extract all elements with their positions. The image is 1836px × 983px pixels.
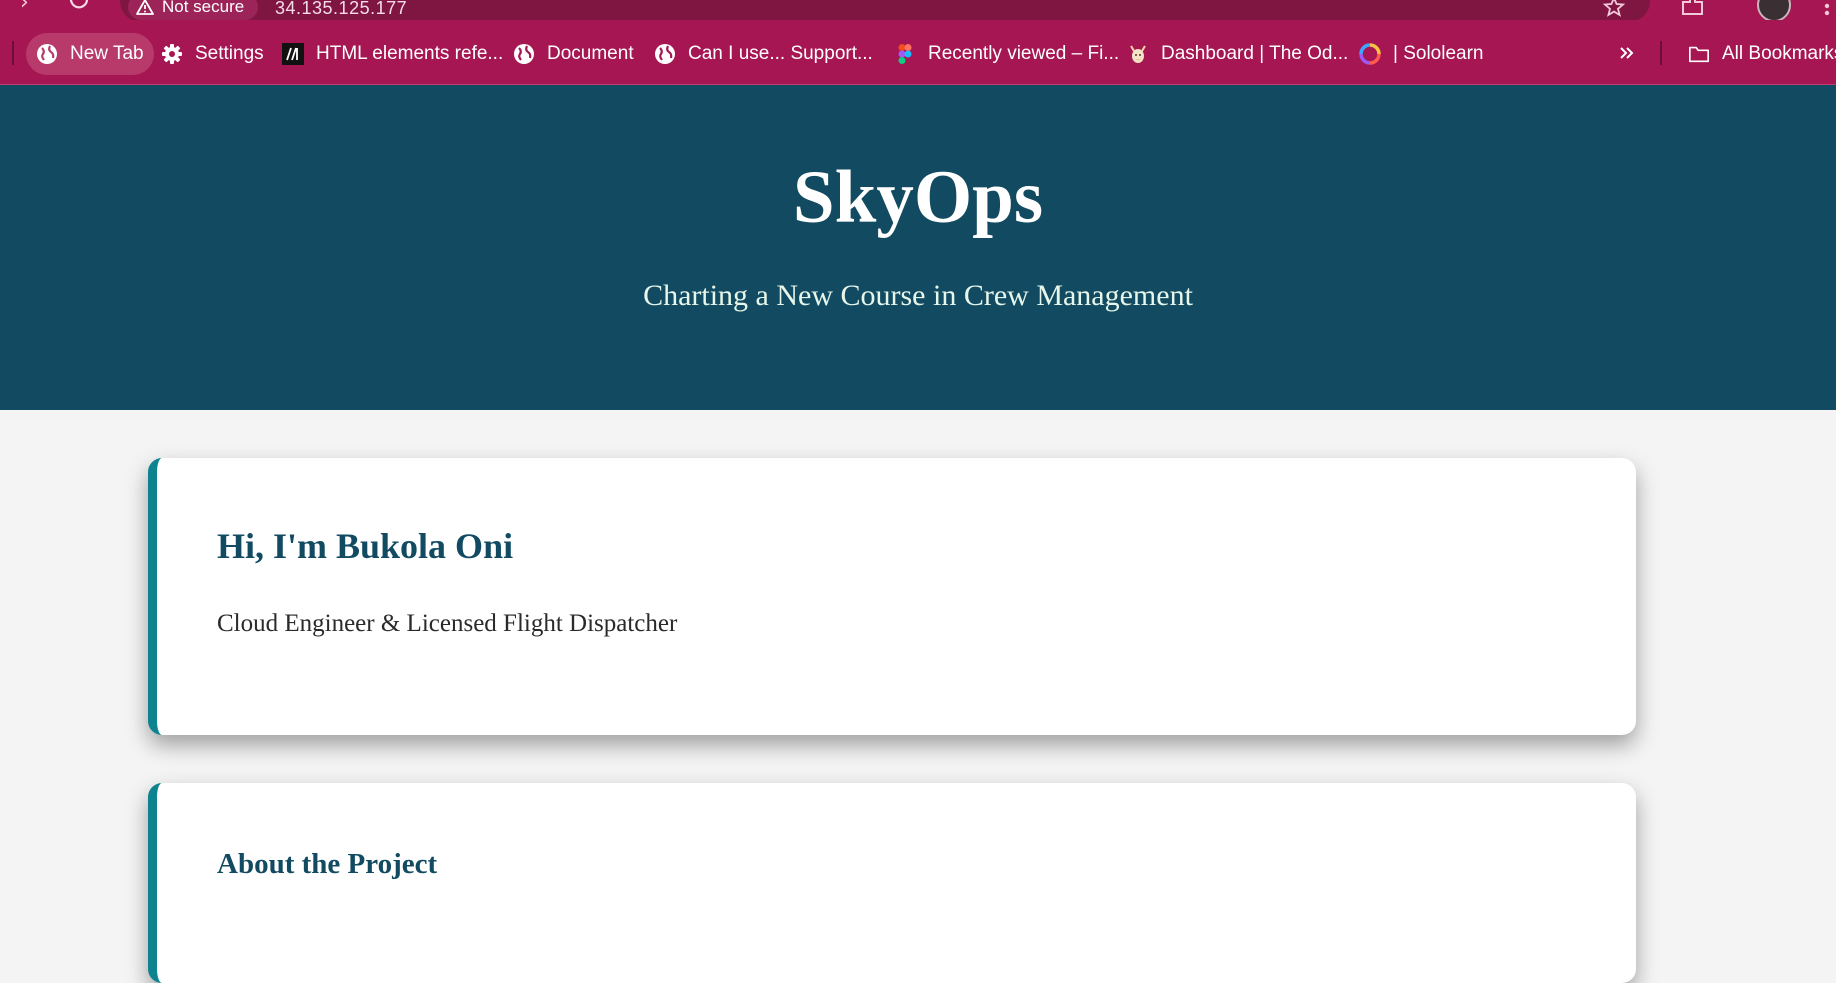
bookmarks-divider bbox=[1660, 41, 1662, 65]
security-chip[interactable]: Not secure bbox=[128, 0, 259, 20]
mdn-logo-icon bbox=[282, 43, 304, 65]
hero-banner: SkyOps Charting a New Course in Crew Man… bbox=[0, 85, 1836, 410]
intro-card: Hi, I'm Bukola Oni Cloud Engineer & Lice… bbox=[148, 458, 1636, 735]
bookmark-label: Can I use... Support... bbox=[688, 43, 873, 64]
bookmark-document[interactable]: Document bbox=[503, 33, 644, 75]
bookmark-figma[interactable]: Recently viewed – Fi... bbox=[884, 33, 1129, 75]
globe-icon bbox=[655, 44, 675, 64]
folder-icon bbox=[1689, 46, 1709, 63]
forward-icon[interactable]: › bbox=[20, 0, 29, 14]
bookmark-new-tab[interactable]: New Tab bbox=[26, 33, 154, 75]
all-bookmarks-button[interactable]: All Bookmarks bbox=[1678, 33, 1836, 75]
gear-icon bbox=[162, 44, 182, 64]
sololearn-icon bbox=[1359, 43, 1381, 65]
reload-icon[interactable] bbox=[68, 0, 90, 10]
globe-icon bbox=[514, 44, 534, 64]
bookmark-label: New Tab bbox=[70, 43, 144, 64]
bookmarks-divider bbox=[12, 41, 14, 65]
bookmark-label: HTML elements refe... bbox=[316, 43, 504, 64]
site-title: SkyOps bbox=[792, 156, 1044, 239]
url-text[interactable]: 34.135.125.177 bbox=[275, 0, 407, 19]
chevron-double-right-icon[interactable] bbox=[1616, 42, 1638, 64]
browser-toolbar: › Not secure 34.135.125.177 bbox=[0, 0, 1836, 22]
site-subtitle: Charting a New Course in Crew Management bbox=[643, 279, 1193, 312]
bookmark-mdn[interactable]: HTML elements refe... bbox=[272, 33, 513, 75]
bookmark-label: Settings bbox=[195, 43, 264, 64]
bookmark-label: Document bbox=[547, 43, 634, 64]
all-bookmarks-label: All Bookmarks bbox=[1722, 43, 1836, 64]
bookmark-label: Dashboard | The Od... bbox=[1161, 43, 1349, 64]
intro-tagline: Cloud Engineer & Licensed Flight Dispatc… bbox=[217, 610, 678, 637]
profile-avatar[interactable] bbox=[1757, 0, 1791, 22]
about-heading: About the Project bbox=[217, 848, 438, 880]
bookmark-label: | Sololearn bbox=[1393, 43, 1484, 64]
odin-icon bbox=[1130, 45, 1146, 63]
kebab-menu-icon[interactable] bbox=[1823, 0, 1831, 16]
bookmark-star-icon[interactable] bbox=[1603, 0, 1625, 18]
bookmark-label: Recently viewed – Fi... bbox=[928, 43, 1120, 64]
about-card: About the Project bbox=[148, 783, 1636, 983]
intro-heading: Hi, I'm Bukola Oni bbox=[217, 526, 514, 566]
figma-icon bbox=[898, 44, 912, 64]
address-bar[interactable]: Not secure 34.135.125.177 bbox=[120, 0, 1650, 22]
security-label: Not secure bbox=[162, 0, 245, 16]
bookmark-caniuse[interactable]: Can I use... Support... bbox=[644, 33, 883, 75]
bookmark-settings[interactable]: Settings bbox=[151, 33, 274, 75]
extensions-icon[interactable] bbox=[1680, 0, 1706, 16]
globe-icon bbox=[37, 44, 57, 64]
warning-icon bbox=[136, 0, 154, 15]
bookmarks-bar: New Tab Settings HTML elements refe... D… bbox=[0, 20, 1836, 85]
bookmark-sololearn[interactable]: | Sololearn bbox=[1349, 33, 1494, 75]
bookmark-odin[interactable]: Dashboard | The Od... bbox=[1117, 33, 1358, 75]
